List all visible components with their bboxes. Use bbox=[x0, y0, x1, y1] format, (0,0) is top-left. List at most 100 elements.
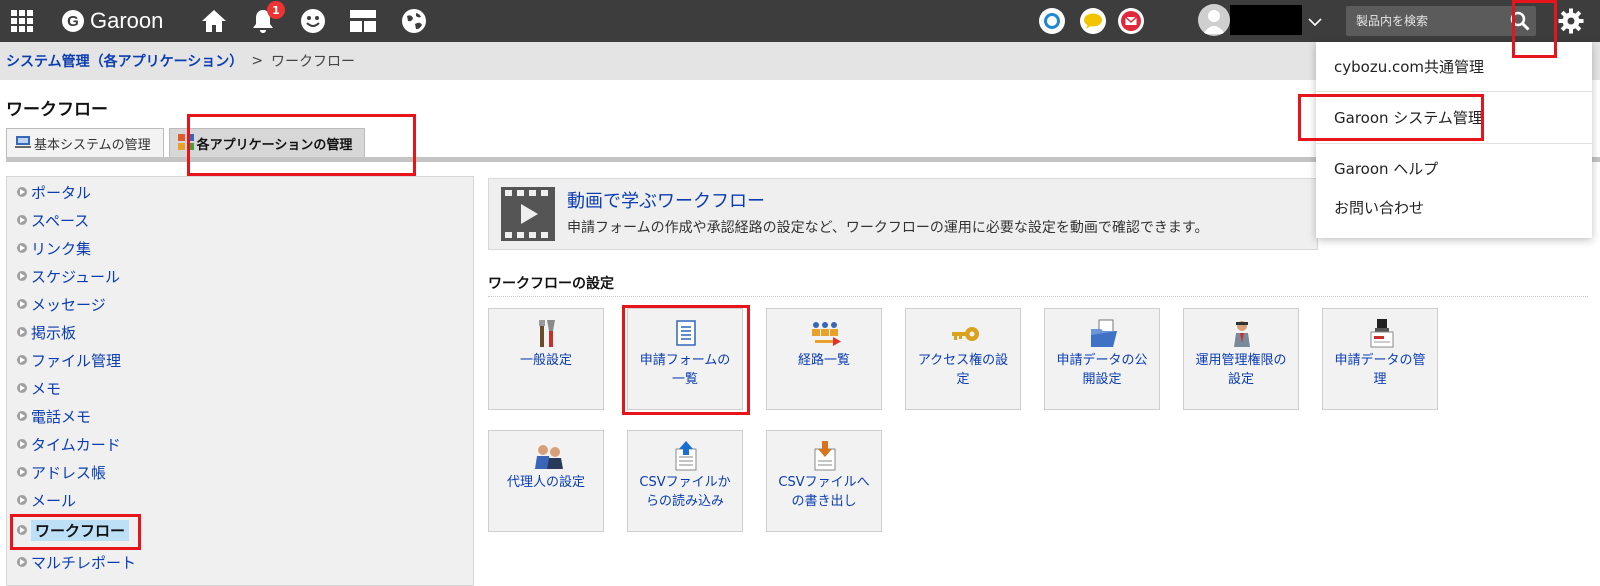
card-label: CSVファイルへ の書き出し bbox=[778, 475, 870, 509]
bullet-icon bbox=[17, 383, 27, 393]
breadcrumb-separator: > bbox=[251, 53, 264, 69]
csv-import-icon bbox=[672, 441, 700, 471]
blue-ring-icon[interactable] bbox=[1039, 8, 1065, 34]
sidebar-item-label: メール bbox=[31, 491, 77, 510]
portlet-icon[interactable] bbox=[346, 0, 380, 42]
folder-icon bbox=[1089, 319, 1117, 349]
sidebar-item-label: スケジュール bbox=[31, 267, 120, 286]
sidebar-item-label: スペース bbox=[31, 211, 90, 230]
card-route-list[interactable]: 経路一覧 bbox=[766, 308, 882, 410]
highlight-box-card bbox=[622, 305, 750, 415]
user-avatar-icon[interactable] bbox=[1198, 4, 1230, 36]
card-data-management[interactable]: 申請データの管理 bbox=[1322, 308, 1438, 410]
smiley-icon[interactable] bbox=[297, 0, 329, 42]
garoon-logo[interactable]: G Garoon bbox=[62, 0, 182, 42]
home-icon[interactable] bbox=[198, 0, 230, 42]
user-name-redacted[interactable] bbox=[1230, 5, 1302, 35]
sidebar-item-bulletin[interactable]: 掲示板 bbox=[17, 322, 76, 342]
card-operation-admin[interactable]: 運用管理権限の 設定 bbox=[1183, 308, 1299, 410]
bullet-icon bbox=[17, 467, 27, 477]
sidebar-item-portal[interactable]: ポータル bbox=[17, 182, 91, 202]
menu-item-contact[interactable]: お問い合わせ bbox=[1334, 197, 1424, 218]
bullet-icon bbox=[17, 215, 27, 225]
section-divider bbox=[488, 296, 1588, 297]
sidebar-item-label: メッセージ bbox=[31, 295, 106, 314]
bullet-icon bbox=[17, 271, 27, 281]
card-proxy-settings[interactable]: 代理人の設定 bbox=[488, 430, 604, 532]
sidebar-item-label: 電話メモ bbox=[31, 407, 92, 426]
highlight-box-tab bbox=[187, 114, 416, 176]
bullet-icon bbox=[17, 411, 27, 421]
page-title: ワークフロー bbox=[6, 100, 108, 120]
video-film-icon[interactable] bbox=[501, 187, 555, 245]
card-data-publish[interactable]: 申請データの公 開設定 bbox=[1044, 308, 1160, 410]
sidebar-item-message[interactable]: メッセージ bbox=[17, 294, 106, 314]
video-description: 申請フォームの作成や承認経路の設定など、ワークフローの運用に必要な設定を動画で確… bbox=[567, 220, 1209, 236]
breadcrumb-link-system-admin[interactable]: システム管理（各アプリケーション） bbox=[6, 51, 243, 71]
sidebar-item-space[interactable]: スペース bbox=[17, 210, 89, 230]
admin-icon bbox=[1228, 319, 1256, 349]
notification-badge: 1 bbox=[267, 1, 285, 19]
search-input[interactable] bbox=[1346, 6, 1496, 36]
card-access-rights[interactable]: アクセス権の設定 bbox=[905, 308, 1021, 410]
sidebar-item-multi-report[interactable]: マルチレポート bbox=[17, 552, 136, 572]
sidebar-item-label: アドレス帳 bbox=[31, 463, 107, 482]
sidebar-item-label: メモ bbox=[31, 379, 62, 398]
sidebar-item-phone-memo[interactable]: 電話メモ bbox=[17, 406, 91, 426]
card-csv-import[interactable]: CSVファイルか らの読み込み bbox=[627, 430, 743, 532]
card-label: アクセス権の設定 bbox=[917, 353, 1009, 387]
highlight-box-gear bbox=[1512, 0, 1557, 58]
card-label: 申請データの公 開設定 bbox=[1056, 353, 1148, 387]
sidebar-item-links[interactable]: リンク集 bbox=[17, 238, 91, 258]
sidebar-item-address-book[interactable]: アドレス帳 bbox=[17, 462, 106, 482]
bullet-icon bbox=[17, 439, 27, 449]
highlight-box-sidebar bbox=[10, 514, 141, 550]
chevron-down-icon[interactable] bbox=[1308, 12, 1322, 31]
card-label: 申請データの管理 bbox=[1334, 353, 1426, 387]
top-bar: G Garoon 1 bbox=[0, 0, 1600, 42]
garoon-logo-icon: G bbox=[62, 10, 84, 32]
video-title-link[interactable]: 動画で学ぶワークフロー bbox=[567, 187, 765, 213]
sidebar-item-label: ポータル bbox=[31, 183, 92, 202]
search-box bbox=[1346, 6, 1536, 36]
logo-text: Garoon bbox=[90, 8, 164, 33]
bullet-icon bbox=[17, 557, 27, 567]
mail-icon[interactable] bbox=[1118, 8, 1144, 34]
sidebar-item-file-management[interactable]: ファイル管理 bbox=[17, 350, 121, 370]
sidebar-item-timecard[interactable]: タイムカード bbox=[17, 434, 121, 454]
stamp-icon bbox=[1367, 319, 1395, 349]
bullet-icon bbox=[17, 495, 27, 505]
bullet-icon bbox=[17, 355, 27, 365]
sidebar-item-schedule[interactable]: スケジュール bbox=[17, 266, 120, 286]
menu-item-garoon-help[interactable]: Garoon ヘルプ bbox=[1334, 158, 1438, 179]
bullet-icon bbox=[17, 299, 27, 309]
card-general-settings[interactable]: 一般設定 bbox=[488, 308, 604, 410]
card-label: 一般設定 bbox=[519, 353, 572, 368]
bullet-icon bbox=[17, 187, 27, 197]
highlight-box-menu bbox=[1298, 94, 1484, 141]
breadcrumb-current: ワークフロー bbox=[271, 54, 356, 70]
card-label: 運用管理権限の 設定 bbox=[1195, 353, 1287, 387]
globe-icon[interactable] bbox=[398, 0, 430, 42]
card-label: 経路一覧 bbox=[797, 353, 850, 368]
video-banner: 動画で学ぶワークフロー 申請フォームの作成や承認経路の設定など、ワークフローの運… bbox=[488, 178, 1318, 250]
sidebar-item-label: タイムカード bbox=[31, 435, 121, 454]
sidebar-item-mail[interactable]: メール bbox=[17, 490, 76, 510]
bullet-icon bbox=[17, 243, 27, 253]
sidebar-item-memo[interactable]: メモ bbox=[17, 378, 61, 398]
sidebar-item-label: 掲示板 bbox=[31, 323, 77, 342]
menu-divider bbox=[1316, 143, 1592, 144]
section-title: ワークフローの設定 bbox=[488, 276, 614, 292]
csv-export-icon bbox=[811, 441, 839, 471]
sidebar-item-label: リンク集 bbox=[31, 239, 92, 258]
key-icon bbox=[950, 319, 979, 349]
sidebar-item-label: ファイル管理 bbox=[31, 351, 122, 370]
route-icon bbox=[811, 319, 841, 349]
apps-grid-icon[interactable] bbox=[6, 0, 38, 42]
yellow-chat-icon[interactable] bbox=[1080, 8, 1106, 34]
menu-item-cybozu-admin[interactable]: cybozu.com共通管理 bbox=[1334, 56, 1484, 77]
card-csv-export[interactable]: CSVファイルへ の書き出し bbox=[766, 430, 882, 532]
tab-basic-system[interactable]: 基本システムの管理 bbox=[6, 128, 164, 158]
card-label: CSVファイルか らの読み込み bbox=[639, 475, 731, 509]
tab-label: 基本システムの管理 bbox=[34, 138, 151, 153]
